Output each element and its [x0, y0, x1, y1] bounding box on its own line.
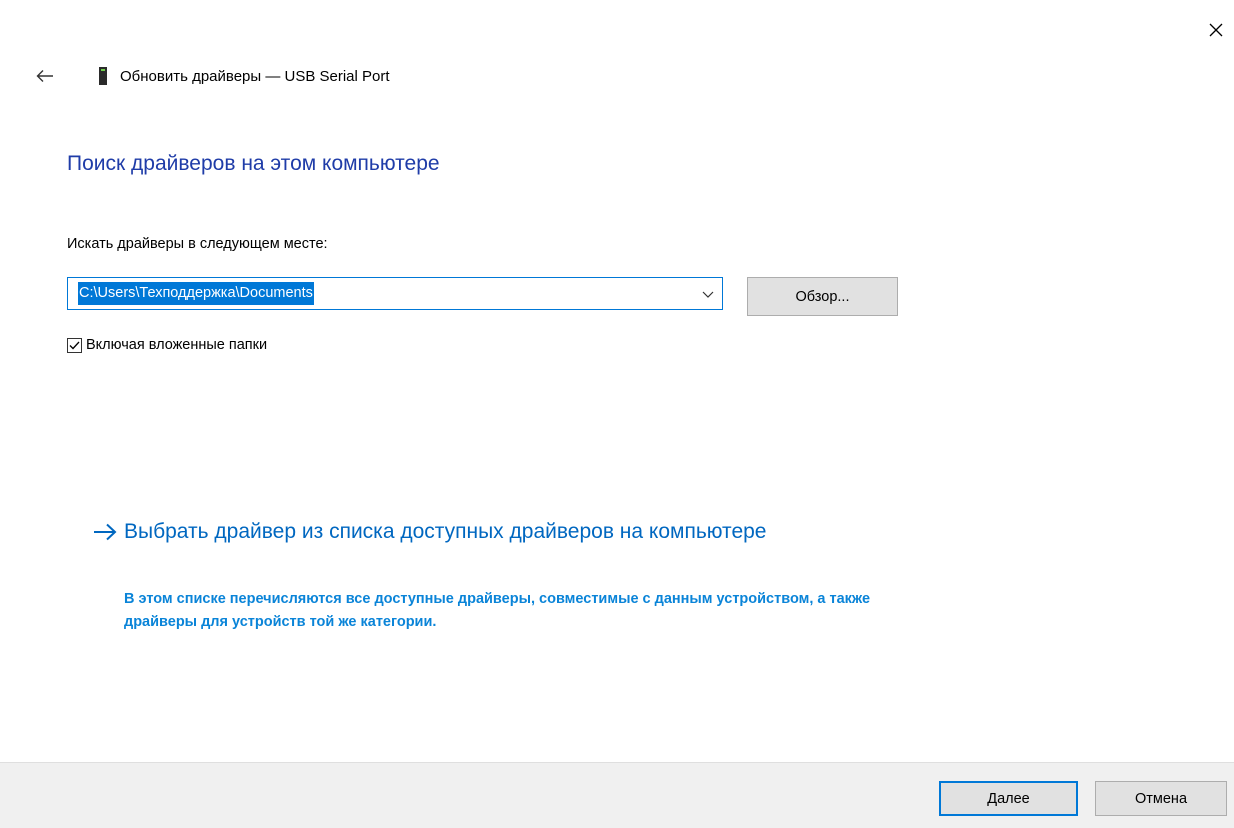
dialog-footer: Далее Отмена	[0, 762, 1234, 828]
page-heading: Поиск драйверов на этом компьютере	[67, 152, 440, 175]
include-subfolders-label: Включая вложенные папки	[86, 337, 268, 353]
back-arrow-icon	[36, 70, 53, 82]
pick-driver-description: В этом списке перечисляются все доступны…	[124, 591, 871, 630]
browse-button[interactable]: Обзор...	[747, 277, 898, 316]
close-icon	[1209, 23, 1223, 37]
back-button[interactable]	[36, 64, 62, 88]
title-bar: Обновить драйверы — USB Serial Port	[36, 64, 390, 88]
pick-driver-link[interactable]: Выбрать драйвер из списка доступных драй…	[124, 515, 824, 549]
update-drivers-window: Обновить драйверы — USB Serial Port Поис…	[0, 0, 1234, 828]
location-label: Искать драйверы в следующем месте:	[67, 236, 328, 252]
browse-button-label: Обзор...	[795, 288, 850, 305]
chevron-down-icon[interactable]	[700, 286, 716, 302]
location-input-value[interactable]: C:\Users\Техподдержка\Documents	[78, 282, 314, 305]
include-subfolders-option[interactable]: Включая вложенные папки	[67, 337, 267, 353]
location-combobox[interactable]: C:\Users\Техподдержка\Documents	[67, 277, 723, 310]
arrow-right-icon	[94, 523, 117, 541]
next-button-label: Далее	[987, 790, 1030, 807]
checkmark-icon	[69, 341, 80, 349]
cancel-button-label: Отмена	[1134, 790, 1188, 807]
close-button[interactable]	[1196, 10, 1234, 50]
usb-device-icon	[99, 67, 107, 85]
include-subfolders-checkbox[interactable]	[67, 337, 82, 353]
window-title: Обновить драйверы — USB Serial Port	[120, 67, 390, 85]
cancel-button[interactable]: Отмена	[1095, 781, 1227, 816]
next-button[interactable]: Далее	[939, 781, 1078, 816]
